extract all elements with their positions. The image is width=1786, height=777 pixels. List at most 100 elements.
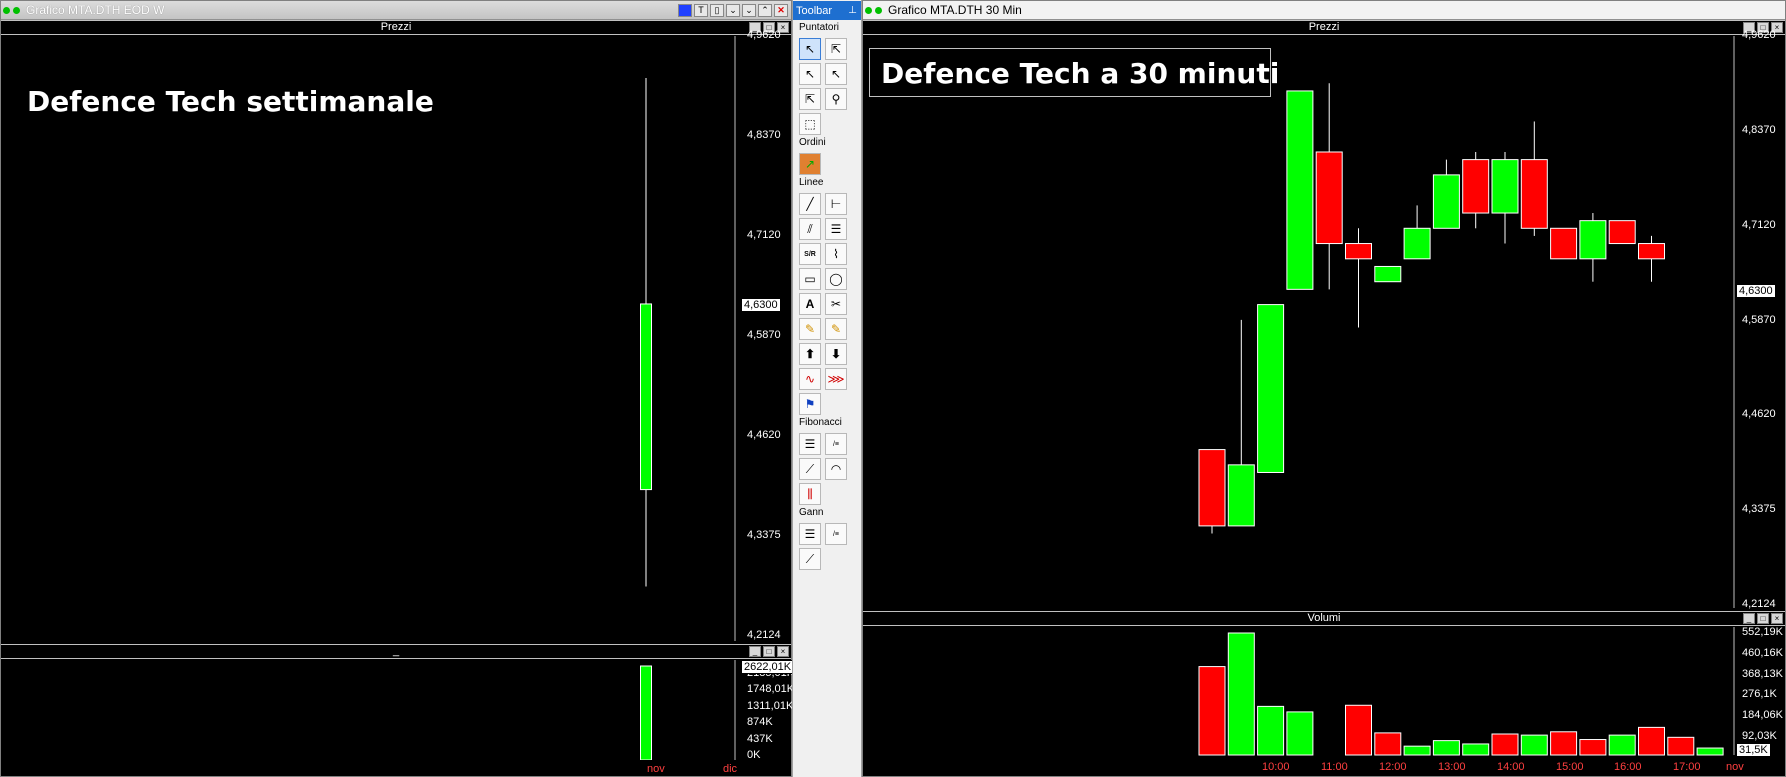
intraday-price-tick-label: 4,7120 (1742, 218, 1776, 231)
candle-body (1462, 159, 1490, 214)
chevron-down-icon[interactable]: ⌄ (726, 3, 740, 17)
toolbar-section-fibonacci: Fibonacci (799, 417, 842, 428)
minimize-panel-icon[interactable]: _ (1743, 613, 1755, 624)
ellipse-icon[interactable]: ◯ (825, 268, 847, 290)
intraday-last-volume-tag: 31,5K (1736, 743, 1771, 757)
pencil-erase-icon[interactable]: ✎ (825, 318, 847, 340)
intraday-last-price-tag: 4,6300 (1736, 284, 1776, 298)
close-panel-icon[interactable]: × (777, 646, 789, 657)
intraday-chart-titlebar[interactable]: Grafico MTA.DTH 30 Min (863, 1, 1785, 20)
price-panel-label: Prezzi (380, 21, 412, 33)
arrow-down-icon[interactable]: ⬇ (825, 343, 847, 365)
window-title: Grafico MTA.DTH EOD W (26, 3, 165, 17)
toolbar-header[interactable]: Toolbar ⊥ (793, 1, 861, 20)
chevron-up-icon[interactable]: ⌃ (758, 3, 772, 17)
text-annotation-icon[interactable]: A (799, 293, 821, 315)
chevron-down-icon[interactable]: ⌄ (742, 3, 756, 17)
maximize-panel-icon[interactable]: □ (763, 646, 775, 657)
volume-panel-label: Volumi (1307, 612, 1341, 624)
multi-select-pointer-icon[interactable]: ↖ (825, 63, 847, 85)
intraday-volume-tick-label: 276,1K (1742, 688, 1777, 701)
weekly-volume-tick-label: 0K (747, 749, 761, 761)
copy-icon[interactable]: ▯ (710, 3, 724, 17)
close-panel-icon[interactable]: × (1771, 613, 1783, 624)
volume-bar (1403, 745, 1431, 756)
channel-icon[interactable]: ⫽ (799, 218, 821, 240)
intraday-time-label: 17:00 (1673, 761, 1701, 773)
candle-body (1579, 220, 1607, 260)
intraday-price-tick-label: 4,8370 (1742, 123, 1776, 136)
maximize-panel-icon[interactable]: □ (1757, 613, 1769, 624)
window-title: Grafico MTA.DTH 30 Min (888, 3, 1022, 17)
intraday-time-label: 13:00 (1438, 761, 1466, 773)
color-square-icon[interactable] (678, 3, 692, 17)
weekly-volume-chart[interactable] (1, 660, 736, 760)
weekly-volume-tick-label: 437K (747, 732, 773, 745)
resize-pointer-icon[interactable]: ⇱ (799, 88, 821, 110)
status-green-dot-icon (875, 6, 882, 14)
candle-body (1403, 227, 1431, 260)
selection-box-icon[interactable]: ⬚ (799, 113, 821, 135)
support-resistance-icon[interactable]: S/R (799, 243, 821, 265)
zoom-icon[interactable]: ⚲ (825, 88, 847, 110)
arrow-pointer-icon[interactable]: ↖ (799, 38, 821, 60)
candle-body (1257, 304, 1285, 473)
volume-panel-header: Volumi _ □ × (863, 611, 1785, 626)
weekly-volume-tick-label: 1311,01K (747, 699, 794, 712)
intraday-price-chart[interactable] (863, 36, 1735, 608)
gann-fan-icon[interactable]: ⟋ (799, 548, 821, 570)
close-icon[interactable]: ✕ (774, 3, 788, 17)
horizontal-line-icon[interactable]: ⊢ (825, 193, 847, 215)
weekly-price-tick-label: 4,4620 (747, 429, 781, 441)
polyline-icon[interactable]: ⌇ (825, 243, 847, 265)
horizontal-channel-icon[interactable]: ☰ (825, 218, 847, 240)
candle-body (1315, 151, 1343, 245)
fibonacci-time-icon[interactable]: ⫼ (799, 483, 821, 505)
candle-body (1432, 174, 1460, 229)
cycle-icon[interactable]: ⋙ (825, 368, 847, 390)
fibonacci-extension-icon[interactable]: /≡ (825, 433, 847, 455)
gann-grid-icon[interactable]: ☰ (799, 523, 821, 545)
toolbar-section-gann: Gann (799, 507, 824, 518)
intraday-time-label: nov (1726, 761, 1744, 773)
text-tool-icon[interactable]: T (694, 3, 708, 17)
weekly-price-chart[interactable] (1, 36, 736, 641)
minimize-panel-icon[interactable]: _ (749, 646, 761, 657)
weekly-price-tick-label: 4,8370 (747, 129, 781, 141)
pencil-icon[interactable]: ✎ (799, 318, 821, 340)
fibonacci-retracement-icon[interactable]: ☰ (799, 433, 821, 455)
volume-bar (1520, 734, 1548, 756)
gann-extension-icon[interactable]: /≡ (825, 523, 847, 545)
pin-icon[interactable]: ⊥ (848, 5, 857, 16)
volume-bar (640, 665, 652, 760)
volume-bar (1579, 739, 1607, 756)
volume-bar (1198, 666, 1226, 756)
status-green-dot-icon (13, 6, 20, 14)
volume-bar (1491, 733, 1519, 756)
candle-body (640, 303, 652, 491)
trendline-icon[interactable]: ╱ (799, 193, 821, 215)
intraday-volume-chart[interactable] (863, 627, 1735, 757)
weekly-volume-tick-label: 1748,01K (747, 683, 795, 696)
arrow-up-icon[interactable]: ⬆ (799, 343, 821, 365)
intraday-chart-window[interactable]: Grafico MTA.DTH 30 Min Prezzi _ □ × Defe… (862, 0, 1786, 777)
volume-bar (1432, 740, 1460, 756)
rectangle-icon[interactable]: ▭ (799, 268, 821, 290)
candle-body (1345, 243, 1372, 260)
weekly-chart-window[interactable]: Grafico MTA.DTH EOD W T ▯ ⌄ ⌄ ⌃ ✕ Prezzi… (0, 0, 795, 777)
select-pointer-icon[interactable]: ↖ (799, 63, 821, 85)
intraday-time-label: 15:00 (1556, 761, 1584, 773)
weekly-last-price-tag: 4,6300 (741, 298, 781, 312)
weekly-time-label-nov: nov (647, 763, 665, 775)
weekly-price-tick-label: 4,9620 (747, 29, 781, 41)
weekly-chart-titlebar[interactable]: Grafico MTA.DTH EOD W T ▯ ⌄ ⌄ ⌃ ✕ (1, 1, 791, 20)
wave-icon[interactable]: ∿ (799, 368, 821, 390)
crosshair-pointer-icon[interactable]: ⇱ (825, 38, 847, 60)
order-icon[interactable]: ↗ (799, 153, 821, 175)
fibonacci-fan-icon[interactable]: ⟋ (799, 458, 821, 480)
weekly-last-volume-tag: 2622,01K (741, 660, 795, 674)
fibonacci-arc-icon[interactable]: ◠ (825, 458, 847, 480)
toolbar-section-pointers: Puntatori (799, 22, 840, 33)
flag-icon[interactable]: ⚑ (799, 393, 821, 415)
scissors-icon[interactable]: ✂ (825, 293, 847, 315)
